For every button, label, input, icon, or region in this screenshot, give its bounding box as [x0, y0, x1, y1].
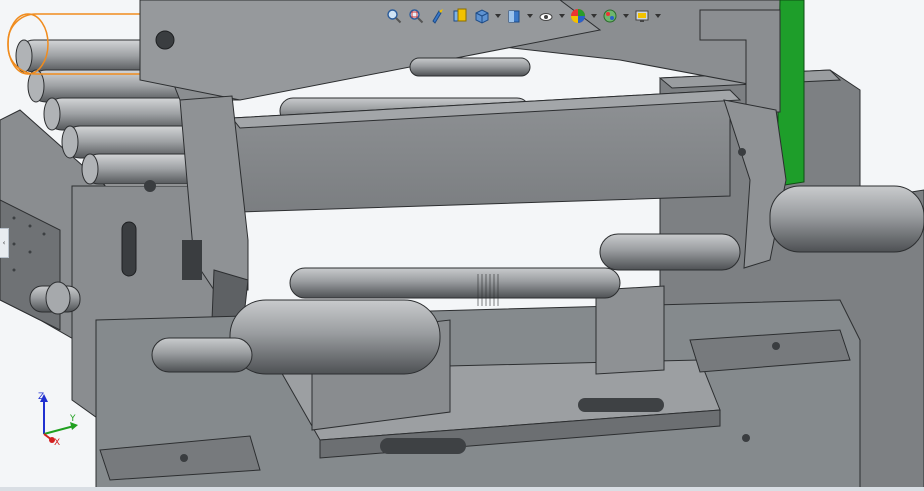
display-style-dropdown[interactable]: [526, 6, 534, 26]
view-settings-icon[interactable]: [632, 6, 652, 26]
heads-up-view-toolbar: [384, 4, 662, 28]
view-settings-dropdown[interactable]: [654, 6, 662, 26]
graphics-area[interactable]: Z Y X ‹: [0, 0, 924, 491]
zoom-to-area-icon[interactable]: [406, 6, 426, 26]
previous-view-icon[interactable]: [428, 6, 448, 26]
view-orientation-dropdown[interactable]: [494, 6, 502, 26]
upper-block-hole: [155, 30, 175, 50]
edit-appearance-dropdown[interactable]: [590, 6, 598, 26]
3d-model-view[interactable]: [0, 0, 924, 491]
bottom-edge: [0, 487, 924, 491]
section-view-icon[interactable]: [450, 6, 470, 26]
edit-appearance-icon[interactable]: [568, 6, 588, 26]
right-arm-hole: [738, 148, 746, 156]
base-slot-2: [578, 398, 664, 412]
y-axis-line: [43, 425, 75, 435]
view-orientation-icon[interactable]: [472, 6, 492, 26]
hide-show-items-dropdown[interactable]: [558, 6, 566, 26]
expand-panel-icon[interactable]: ‹: [0, 228, 9, 258]
zoom-to-fit-icon[interactable]: [384, 6, 404, 26]
left-post-window: [182, 240, 202, 280]
apply-scene-icon[interactable]: [600, 6, 620, 26]
z-axis-label: Z: [38, 392, 45, 402]
hide-show-items-icon[interactable]: [536, 6, 556, 26]
pedestal-right: [595, 285, 665, 375]
expand-panel-glyph: ‹: [2, 239, 6, 247]
apply-scene-dropdown[interactable]: [622, 6, 630, 26]
display-style-icon[interactable]: [504, 6, 524, 26]
reference-triad: Z Y X: [32, 390, 80, 450]
x-axis-label: X: [54, 438, 61, 448]
bracket-hole: [144, 180, 156, 192]
left-end-nut: [29, 281, 81, 315]
base-slot-1: [380, 438, 466, 454]
bracket-slot: [121, 221, 137, 277]
y-axis-label: Y: [70, 414, 76, 424]
